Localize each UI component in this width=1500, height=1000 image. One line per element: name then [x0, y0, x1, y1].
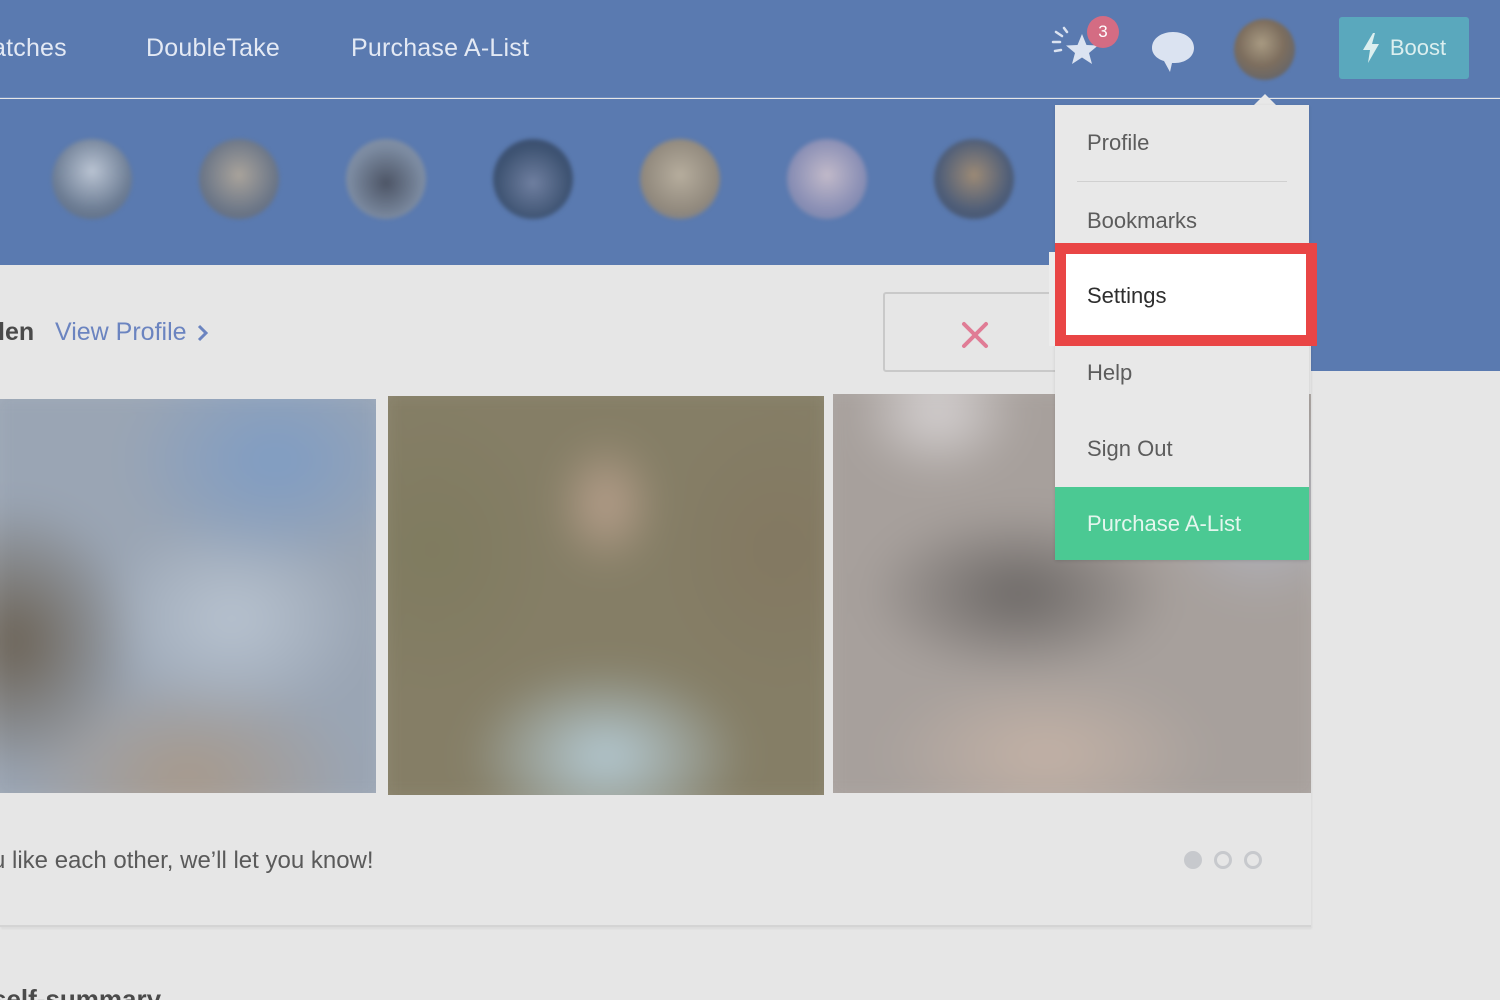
menu-divider: [1077, 181, 1287, 182]
messages-button[interactable]: [1150, 28, 1196, 74]
nav-doubletake-link[interactable]: DoubleTake: [146, 34, 280, 63]
profile-thumbnail[interactable]: [346, 139, 426, 219]
profile-thumbnail[interactable]: [787, 139, 867, 219]
photo-pagination: [1184, 851, 1262, 869]
match-message: u like each other, we’ll let you know!: [0, 847, 374, 874]
menu-item-label: Sign Out: [1087, 436, 1173, 461]
pass-button[interactable]: [883, 292, 1063, 372]
menu-item-help[interactable]: Help: [1055, 335, 1309, 411]
menu-item-profile[interactable]: Profile: [1055, 105, 1309, 181]
menu-item-label: Profile: [1087, 130, 1150, 155]
profile-thumbnail[interactable]: [199, 139, 279, 219]
profile-thumbnail[interactable]: [640, 139, 720, 219]
boost-button[interactable]: Boost: [1339, 17, 1469, 79]
menu-item-label: Bookmarks: [1087, 208, 1198, 233]
menu-item-label: Help: [1087, 360, 1133, 385]
profile-photo[interactable]: [0, 399, 376, 793]
lightning-bolt-icon: [1362, 33, 1379, 63]
profile-thumbnail[interactable]: [493, 139, 573, 219]
header-band-extension: [1310, 265, 1500, 371]
profile-photo[interactable]: [388, 396, 824, 795]
chat-bubble-icon: [1152, 32, 1194, 72]
menu-item-label: Purchase A-List: [1087, 510, 1242, 536]
view-profile-link[interactable]: View Profile: [55, 318, 209, 347]
close-x-icon: [962, 322, 988, 348]
section-heading: self-summary: [0, 984, 162, 1000]
pagination-dot[interactable]: [1214, 851, 1232, 869]
user-avatar-menu-button[interactable]: [1234, 19, 1295, 80]
pagination-dot[interactable]: [1184, 851, 1202, 869]
chevron-right-icon: [197, 324, 208, 341]
menu-item-settings[interactable]: Settings: [1087, 283, 1167, 309]
dropdown-caret: [1254, 94, 1276, 105]
nav-purchase-a-list-link[interactable]: Purchase A-List: [351, 34, 529, 63]
profile-thumbnail[interactable]: [52, 139, 132, 219]
menu-item-sign-out[interactable]: Sign Out: [1055, 411, 1309, 487]
menu-item-purchase-a-list[interactable]: Purchase A-List: [1055, 487, 1309, 560]
profile-name: len: [0, 318, 35, 346]
pagination-dot[interactable]: [1244, 851, 1262, 869]
boost-label: Boost: [1389, 35, 1447, 60]
top-nav: atches DoubleTake Purchase A-List 3 Boos…: [0, 0, 1500, 98]
profile-thumbnail[interactable]: [934, 139, 1014, 219]
view-profile-label: View Profile: [55, 318, 187, 346]
notification-badge: 3: [1087, 16, 1119, 48]
nav-matches-link[interactable]: atches: [0, 34, 67, 63]
